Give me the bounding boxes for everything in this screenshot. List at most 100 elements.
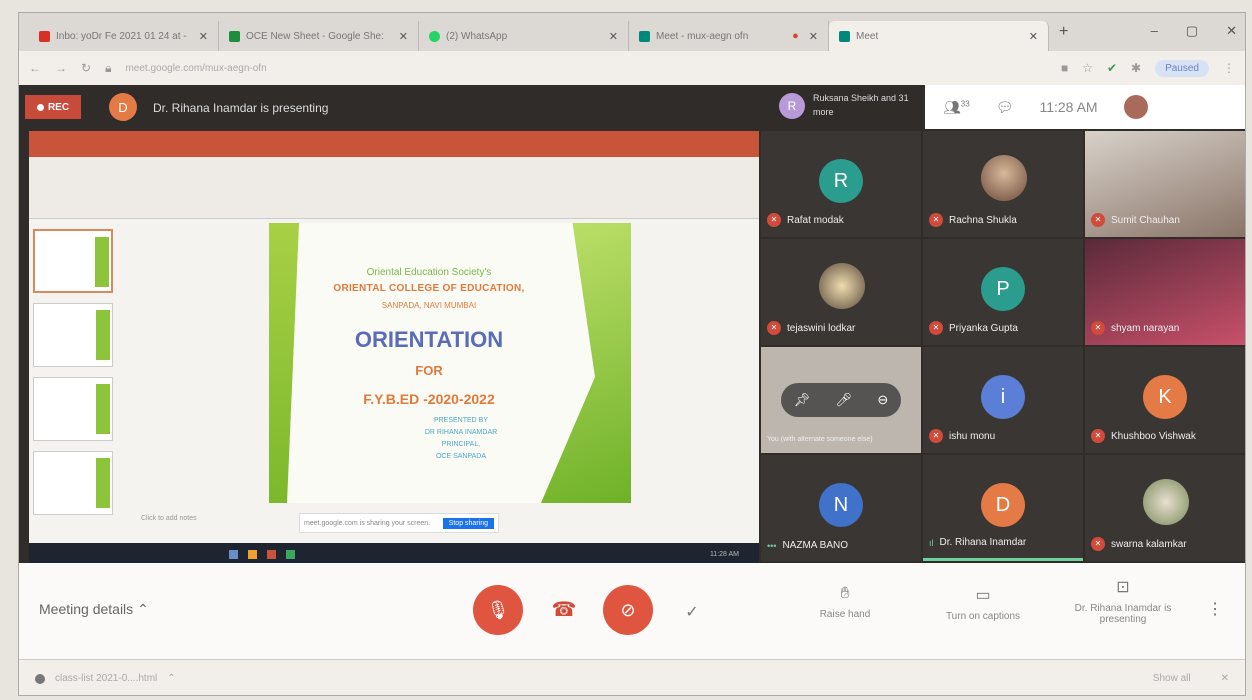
slide-thumbnails — [33, 229, 119, 525]
meet-stage: REC D Dr. Rihana Inamdar is presenting R… — [19, 85, 1245, 565]
presenter-avatar: D — [109, 93, 137, 121]
captions-button[interactable]: ▭ Turn on captions — [923, 585, 1043, 622]
pin-icon[interactable]: 📌︎ — [794, 392, 811, 408]
participant-tile[interactable]: ✕ tejaswini lodkar — [761, 239, 921, 345]
close-tab-icon[interactable]: ✕ — [809, 30, 818, 43]
captions-icon: ▭ — [975, 587, 991, 604]
rec-dot-icon — [36, 103, 44, 111]
slide-presented-by: PRESENTED BY — [433, 417, 489, 424]
slide-title: ORIENTATION — [354, 327, 504, 352]
participant-tile-hovered[interactable]: 📌︎ 🎤︎ ⊖ You (with alternate someone else… — [761, 347, 921, 453]
url-field[interactable]: meet.google.com/mux-aegn-ofn — [125, 63, 1046, 74]
confirm-button[interactable]: ✓ — [679, 599, 705, 625]
people-icon[interactable]: 👥︎33 — [943, 99, 970, 116]
participant-photo — [981, 155, 1027, 201]
participants-summary: Ruksana Sheikh and 31 more — [813, 93, 909, 117]
hang-up-icon: ☎︎ — [551, 598, 577, 621]
camera-off-button[interactable]: ⊘ — [603, 585, 653, 635]
muted-mic-icon: ✕ — [767, 213, 781, 227]
green-shape-left — [269, 223, 299, 503]
tab-meet-2[interactable]: Meet ✕ — [829, 21, 1049, 51]
slide-society: Oriental Education Society's — [366, 267, 492, 278]
participant-video-tile[interactable]: ✕ shyam narayan — [1085, 239, 1245, 345]
raise-hand-button[interactable]: ✋︎ Raise hand — [785, 585, 905, 620]
menu-icon[interactable]: ⋮ — [1223, 61, 1235, 75]
check-extension-icon[interactable]: ✔ — [1107, 61, 1117, 75]
windows-taskbar: 11:28 AM — [29, 543, 759, 565]
new-tab-button[interactable]: + — [1059, 23, 1068, 41]
star-icon[interactable]: ☆ — [1082, 61, 1093, 75]
check-icon: ✓ — [685, 604, 699, 621]
participant-tile[interactable]: i ✕ ishu monu — [923, 347, 1083, 453]
participant-tile[interactable]: ✕ swarna kalamkar — [1085, 455, 1245, 561]
slide-location: SANPADA, NAVI MUMBAI — [381, 301, 477, 310]
powerpoint-ribbon-tabs — [29, 145, 759, 157]
download-item[interactable]: class-list 2021-0....html ⌃ — [35, 673, 176, 684]
extensions-icon[interactable]: ✱ — [1131, 61, 1141, 75]
tile-hover-controls: 📌︎ 🎤︎ ⊖ — [781, 383, 901, 417]
close-icon[interactable]: ✕ — [1221, 673, 1229, 684]
tab-meet-1[interactable]: Meet - mux-aegn ofn ● ✕ — [629, 21, 829, 51]
back-icon[interactable]: ← — [29, 61, 41, 75]
muted-mic-icon: ✕ — [1091, 537, 1105, 551]
close-tab-icon[interactable]: ✕ — [609, 30, 618, 43]
participant-tile[interactable]: K ✕ Khushboo Vishwak — [1085, 347, 1245, 453]
chevron-up-icon: ⌃ — [167, 673, 176, 684]
participant-tile[interactable]: ✕ Rachna Shukla — [923, 131, 1083, 237]
muted-mic-icon: ✕ — [929, 213, 943, 227]
tab-sheets[interactable]: OCE New Sheet - Google She: ✕ — [219, 21, 419, 51]
slide-role: PRINCIPAL, — [441, 441, 481, 448]
participant-video-tile[interactable]: ✕ Sumit Chauhan — [1085, 131, 1245, 237]
close-tab-icon[interactable]: ✕ — [399, 30, 408, 43]
participant-tile[interactable]: R ✕ Rafat modak — [761, 131, 921, 237]
tab-gmail[interactable]: Inbo: yoDr Fe 2021 01 24 at - ✕ — [29, 21, 219, 51]
slide-thumbnail — [33, 303, 113, 367]
close-tab-icon[interactable]: ✕ — [199, 30, 208, 43]
window-controls: – ▢ ✕ — [1151, 23, 1237, 39]
leave-call-button[interactable]: ☎︎ — [551, 598, 577, 621]
profile-paused-button[interactable]: Paused — [1155, 59, 1209, 77]
participant-avatar: N — [819, 483, 863, 527]
participant-tile[interactable]: N ••• NAZMA BANO — [761, 455, 921, 561]
more-options-icon[interactable]: ⋮ — [1207, 599, 1223, 619]
self-avatar[interactable] — [1123, 95, 1148, 119]
close-window-button[interactable]: ✕ — [1226, 23, 1237, 39]
clock: 11:28 AM — [1039, 99, 1098, 115]
slide-for: FOR — [415, 363, 443, 378]
chat-icon[interactable]: 💬︎ — [996, 99, 1014, 116]
close-tab-icon[interactable]: ✕ — [1029, 30, 1038, 43]
camera-indicator-icon[interactable]: ■ — [1061, 61, 1068, 75]
participant-tile[interactable]: P ✕ Priyanka Gupta — [923, 239, 1083, 345]
slide-college: ORIENTAL COLLEGE OF EDUCATION, — [333, 283, 525, 294]
stop-sharing-button: Stop sharing — [442, 517, 494, 529]
taskbar-clock: 11:28 AM — [709, 550, 739, 558]
muted-mic-icon: ✕ — [767, 321, 781, 335]
taskbar-app-icon — [248, 549, 257, 559]
microphone-off-button[interactable]: 🎙︎ — [473, 585, 523, 635]
participant-avatar: R — [779, 93, 805, 119]
call-controls-bar: Meeting details ⌃ 🎙︎ ☎︎ ⊘ ✓ ✋︎ Raise han… — [19, 563, 1245, 659]
slide-thumbnail — [33, 377, 113, 441]
presenting-button[interactable]: ⊡ Dr. Rihana Inamdar is presenting — [1063, 577, 1183, 625]
meeting-details-button[interactable]: Meeting details ⌃ — [39, 601, 149, 618]
presentation-slide: Oriental Education Society's ORIENTAL CO… — [269, 223, 631, 503]
sheets-icon — [229, 30, 240, 42]
minimize-button[interactable]: – — [1151, 23, 1158, 39]
muted-mic-icon: ✕ — [1091, 321, 1105, 335]
participant-avatar: P — [981, 267, 1025, 311]
tab-whatsapp[interactable]: (2) WhatsApp ✕ — [419, 21, 629, 51]
maximize-button[interactable]: ▢ — [1186, 23, 1198, 39]
remove-icon[interactable]: ⊖ — [877, 392, 888, 408]
reload-icon[interactable]: ↻ — [81, 61, 91, 75]
hand-icon: ✋︎ — [840, 585, 850, 602]
mute-icon[interactable]: 🎤︎ — [836, 392, 853, 408]
slide-thumbnail — [33, 451, 113, 515]
participant-avatar: i — [981, 375, 1025, 419]
show-all-button[interactable]: Show all — [1153, 673, 1191, 684]
muted-mic-icon: ✕ — [929, 321, 943, 335]
forward-icon[interactable]: → — [55, 61, 67, 75]
participant-tile-presenter[interactable]: D ıl Dr. Rihana Inamdar — [923, 455, 1083, 561]
muted-mic-icon: ✕ — [929, 429, 943, 443]
participant-avatar: D — [981, 483, 1025, 527]
recording-dot-icon: ● — [792, 30, 799, 42]
